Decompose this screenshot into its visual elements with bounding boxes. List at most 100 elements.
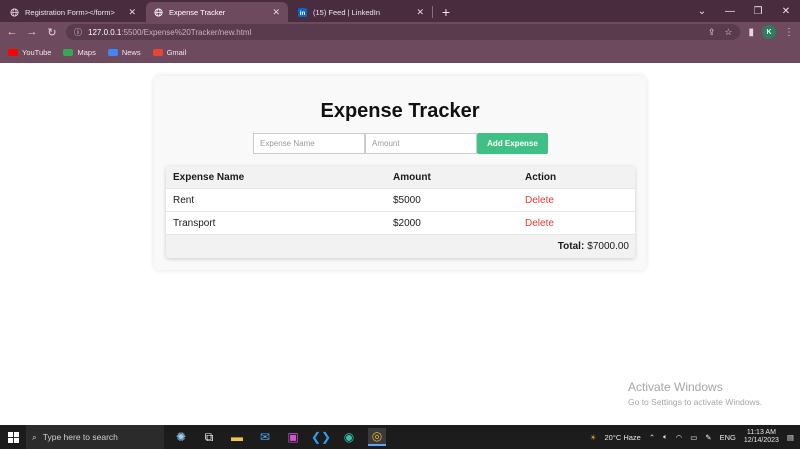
table-row: Transport $2000 Delete	[166, 212, 635, 235]
system-tray: ☀ 20°C Haze ⌃ 🔈︎ ◠ ▭ ✎ ENG 11:13 AM 12/1…	[590, 425, 800, 449]
clock-time: 11:13 AM	[746, 428, 776, 436]
close-tab-icon[interactable]: ✕	[272, 7, 280, 18]
bookmark-youtube[interactable]: YouTube	[8, 48, 51, 57]
tab-divider	[432, 6, 433, 18]
globe-icon	[154, 7, 163, 17]
expense-name-cell: Rent	[173, 194, 195, 206]
chrome-icon[interactable]: ◎	[368, 428, 386, 446]
speaker-icon[interactable]: 🔈︎	[663, 432, 668, 442]
vscode-icon[interactable]: ❮❯	[311, 428, 331, 446]
linkedin-icon: in	[298, 7, 307, 17]
table-row: Rent $5000 Delete	[166, 189, 635, 212]
maps-icon	[63, 49, 74, 56]
globe-icon	[10, 7, 19, 17]
intellij-icon[interactable]: ▣	[284, 428, 302, 446]
delete-button[interactable]: Delete	[525, 195, 554, 206]
back-icon[interactable]: ←	[6, 26, 18, 38]
bookmarks-bar: YouTube Maps News Gmail	[0, 42, 800, 63]
bookmark-maps[interactable]: Maps	[63, 48, 96, 57]
wifi-icon[interactable]: ◠	[676, 433, 683, 442]
tab-expense-tracker[interactable]: Expense Tracker ✕	[146, 2, 288, 22]
chevron-up-icon[interactable]: ⌃	[649, 433, 655, 442]
add-expense-button[interactable]: Add Expense	[477, 133, 548, 154]
expense-name-input[interactable]	[253, 133, 365, 154]
taskbar-apps: ✺ ⧉ ▬ ✉ ▣ ❮❯ ◉ ◎	[172, 428, 386, 446]
page-viewport: Expense Tracker Add Expense Expense Name…	[0, 63, 800, 425]
taskbar-search[interactable]: ⌕ Type here to search	[26, 425, 164, 449]
tab-title: Registration Form></form>	[25, 7, 115, 17]
header-action: Action	[525, 171, 557, 183]
address-bar[interactable]: ⓘ 127.0.0.1:5500/Expense%20Tracker/new.h…	[66, 24, 741, 40]
gmail-icon	[152, 49, 163, 56]
amount-cell: $5000	[393, 194, 421, 206]
close-tab-icon[interactable]: ✕	[416, 7, 424, 18]
total-label: Total:	[557, 241, 585, 252]
file-explorer-icon[interactable]: ▬	[228, 428, 246, 446]
amount-cell: $2000	[393, 217, 421, 229]
tab-search-icon[interactable]: ⌄	[688, 6, 716, 17]
tab-strip: Registration Form></form> ✕ Expense Trac…	[0, 0, 800, 22]
restore-icon[interactable]: ❐	[744, 6, 772, 17]
window-controls: ⌄ — ❐ ✕	[688, 0, 800, 22]
tab-title: (15) Feed | LinkedIn	[313, 7, 380, 17]
close-tab-icon[interactable]: ✕	[128, 7, 136, 18]
tab-linkedin[interactable]: in (15) Feed | LinkedIn ✕	[290, 2, 432, 22]
news-icon	[107, 49, 118, 56]
url-host: 127.0.0.1	[88, 27, 122, 37]
task-view-icon[interactable]: ⧉	[200, 428, 218, 446]
new-tab-button[interactable]: +	[437, 2, 455, 22]
reload-icon[interactable]: ↻	[46, 26, 58, 39]
side-panel-icon[interactable]: ▮	[748, 27, 754, 38]
bookmark-news[interactable]: News	[107, 48, 141, 57]
widgets-icon[interactable]: ✺	[172, 428, 190, 446]
search-icon: ⌕	[32, 431, 37, 442]
bookmark-label: Maps	[77, 48, 96, 57]
youtube-icon	[8, 49, 18, 56]
amount-input[interactable]	[365, 133, 477, 154]
notification-icon[interactable]: ▤	[787, 433, 794, 442]
bookmark-label: News	[121, 48, 141, 57]
bookmark-gmail[interactable]: Gmail	[152, 48, 187, 57]
bookmark-label: YouTube	[22, 48, 52, 57]
tab-registration-form[interactable]: Registration Form></form> ✕	[2, 2, 144, 22]
activation-watermark: Activate Windows Go to Settings to activ…	[628, 380, 762, 407]
weather-icon: ☀	[589, 432, 597, 442]
table-header-row: Expense Name Amount Action	[166, 166, 635, 189]
share-icon[interactable]: ⇪	[708, 27, 716, 38]
language-indicator[interactable]: ENG	[720, 433, 736, 442]
clock[interactable]: 11:13 AM 12/14/2023	[744, 429, 779, 445]
expense-tracker-card: Expense Tracker Add Expense Expense Name…	[154, 76, 646, 270]
taskbar-search-placeholder: Type here to search	[42, 432, 118, 442]
url-path: :5500/Expense%20Tracker/new.html	[121, 27, 252, 37]
forward-icon[interactable]: →	[26, 26, 38, 38]
menu-icon[interactable]: ⋮	[784, 27, 794, 38]
bookmark-label: Gmail	[166, 48, 187, 57]
svg-text:in: in	[300, 10, 306, 17]
header-expense-name: Expense Name	[173, 171, 245, 183]
taskbar: ⌕ Type here to search ✺ ⧉ ▬ ✉ ▣ ❮❯ ◉ ◎ ☀…	[0, 425, 800, 449]
tab-title: Expense Tracker	[169, 7, 226, 17]
watermark-title: Activate Windows	[628, 380, 723, 394]
windows-start-icon[interactable]	[0, 431, 26, 443]
page-title: Expense Tracker	[320, 100, 480, 122]
expense-table: Expense Name Amount Action Rent $5000 De…	[166, 166, 635, 258]
battery-icon[interactable]: ▭	[690, 433, 697, 442]
expense-name-cell: Transport	[173, 217, 216, 229]
weather-text[interactable]: 20°C Haze	[605, 433, 641, 442]
minimize-icon[interactable]: —	[716, 6, 744, 17]
browser-toolbar: ← → ↻ ⓘ 127.0.0.1:5500/Expense%20Tracker…	[0, 22, 800, 42]
header-amount: Amount	[393, 171, 431, 183]
expense-form: Add Expense	[253, 133, 548, 154]
profile-avatar[interactable]: K	[762, 25, 776, 39]
bookmark-star-icon[interactable]: ☆	[724, 27, 732, 38]
mail-icon[interactable]: ✉	[256, 428, 274, 446]
pen-icon[interactable]: ✎	[705, 433, 711, 442]
site-info-icon[interactable]: ⓘ	[74, 27, 82, 38]
watermark-subtitle: Go to Settings to activate Windows.	[628, 397, 763, 407]
delete-button[interactable]: Delete	[525, 218, 554, 229]
clock-date: 12/14/2023	[743, 437, 779, 444]
close-window-icon[interactable]: ✕	[772, 6, 800, 17]
table-footer-row: Total: $7000.00	[166, 235, 635, 258]
edge-icon[interactable]: ◉	[340, 428, 358, 446]
total-value: $7000.00	[587, 241, 629, 252]
